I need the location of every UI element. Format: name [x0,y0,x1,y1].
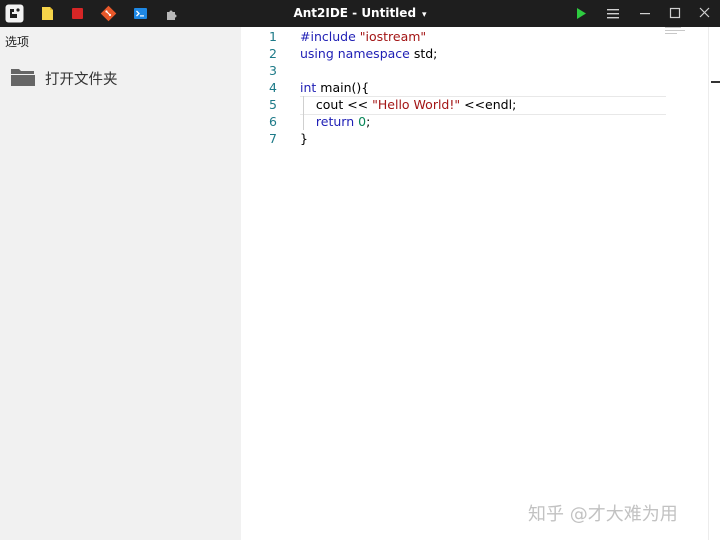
code-editor[interactable]: 1 2 3 4 5 6 7 #include "iostream" using … [241,27,708,540]
code-token: } [300,131,308,146]
close-icon[interactable] [690,0,720,27]
line-number: 3 [269,63,277,78]
scrollbar[interactable] [708,27,720,540]
code-line: cout << "Hello World!" <<endl; [300,96,516,113]
line-number-gutter: 1 2 3 4 5 6 7 [241,27,285,540]
maximize-icon[interactable] [660,0,690,27]
line-number: 2 [269,46,277,61]
sidebar-title: 选项 [5,35,30,49]
code-token: "Hello World!" [372,97,461,112]
terminal-icon[interactable] [131,4,150,23]
folder-icon [11,69,35,86]
code-token: "iostream" [359,29,427,44]
code-token: cout << [300,97,373,112]
code-token: <<endl; [460,97,517,112]
new-file-icon[interactable] [38,4,57,23]
code-token: ; [366,114,371,129]
line-number: 6 [269,114,277,129]
minimap[interactable] [665,27,687,37]
code-line: } [300,130,308,147]
title-bar: Ant2IDE - Untitled ▾ [0,0,720,27]
code-token: int [300,80,317,95]
watermark: 知乎 @才大难为用 [528,504,678,525]
code-area[interactable]: #include "iostream" using namespace std;… [300,27,700,540]
app-logo-icon[interactable] [5,4,24,23]
open-folder-button[interactable]: 打开文件夹 [8,63,228,91]
code-token: std; [409,46,438,61]
window-title-text: Ant2IDE - Untitled [293,6,417,20]
stop-icon[interactable] [68,4,87,23]
code-token: return [300,114,355,129]
line-number: 5 [269,97,277,112]
git-icon[interactable] [99,4,118,23]
code-line: int main(){ [300,79,369,96]
line-number: 7 [269,131,277,146]
sidebar: 选项 打开文件夹 [0,27,241,540]
window-title[interactable]: Ant2IDE - Untitled ▾ [280,0,440,27]
run-icon[interactable] [566,0,596,27]
code-line: return 0; [300,113,370,130]
code-line: #include "iostream" [300,28,426,45]
line-number: 4 [269,80,277,95]
code-token: #include [300,29,360,44]
open-folder-label: 打开文件夹 [45,72,118,88]
code-line: using namespace std; [300,45,437,62]
minimize-icon[interactable] [630,0,660,27]
line-number: 1 [269,29,277,44]
code-token: 0 [358,114,367,129]
code-token: using namespace [300,46,410,61]
menu-icon[interactable] [598,0,628,27]
code-token: main(){ [316,80,370,95]
extensions-icon[interactable] [162,4,181,23]
scroll-marker [711,81,720,83]
chevron-down-icon[interactable]: ▾ [422,10,427,20]
